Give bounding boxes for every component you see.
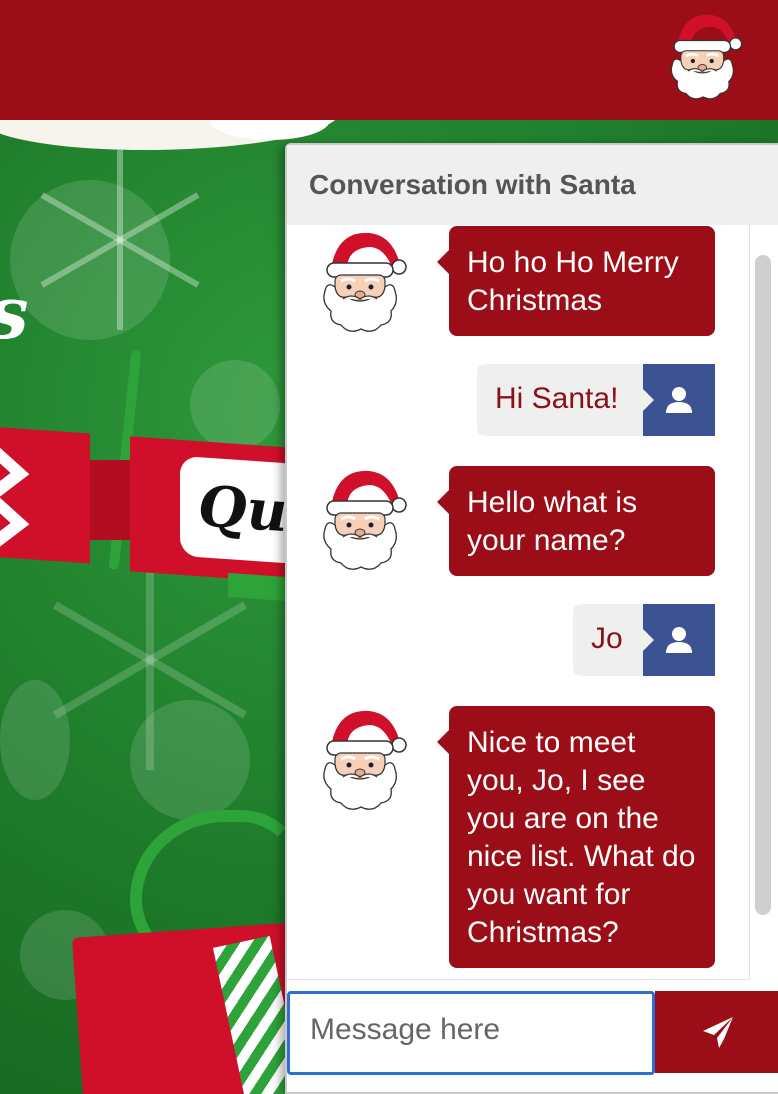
user-message: Jo: [573, 604, 643, 676]
user-avatar: [642, 364, 715, 436]
message-list[interactable]: Ho ho Ho Merry Christmas Hi Santa! Hello…: [287, 225, 750, 980]
santa-avatar-icon: [317, 463, 407, 573]
paper-plane-icon: [703, 1017, 733, 1048]
bokeh-light: [190, 360, 280, 450]
santa-face-icon[interactable]: [664, 8, 744, 102]
chat-header: Conversation with Santa: [287, 145, 778, 225]
chat-title: Conversation with Santa: [309, 169, 636, 200]
chat-panel: Conversation with Santa Ho ho Ho Merry C…: [285, 143, 778, 1094]
user-icon: [666, 387, 692, 413]
snowflake-icon: [40, 150, 200, 330]
santa-avatar-icon: [317, 225, 407, 335]
user-avatar: [642, 604, 715, 676]
santa-message: Nice to meet you, Jo, I see you are on t…: [437, 706, 715, 968]
cracker-decoration: [0, 426, 90, 564]
santa-avatar-icon: [317, 703, 407, 813]
quiz-label: Qui: [180, 455, 309, 565]
cracker-decoration: [228, 572, 288, 602]
top-bar: [0, 0, 778, 120]
santa-message: Hello what is your name?: [437, 466, 715, 576]
cursive-title-fragment: s: [0, 270, 29, 355]
user-message: Hi Santa!: [477, 364, 643, 436]
santa-message: Ho ho Ho Merry Christmas: [437, 226, 715, 336]
user-icon: [666, 627, 692, 653]
send-button[interactable]: [655, 991, 778, 1073]
message-input[interactable]: [308, 994, 642, 1066]
message-input-wrapper: [287, 991, 655, 1075]
message-scrollbar[interactable]: [755, 255, 771, 915]
